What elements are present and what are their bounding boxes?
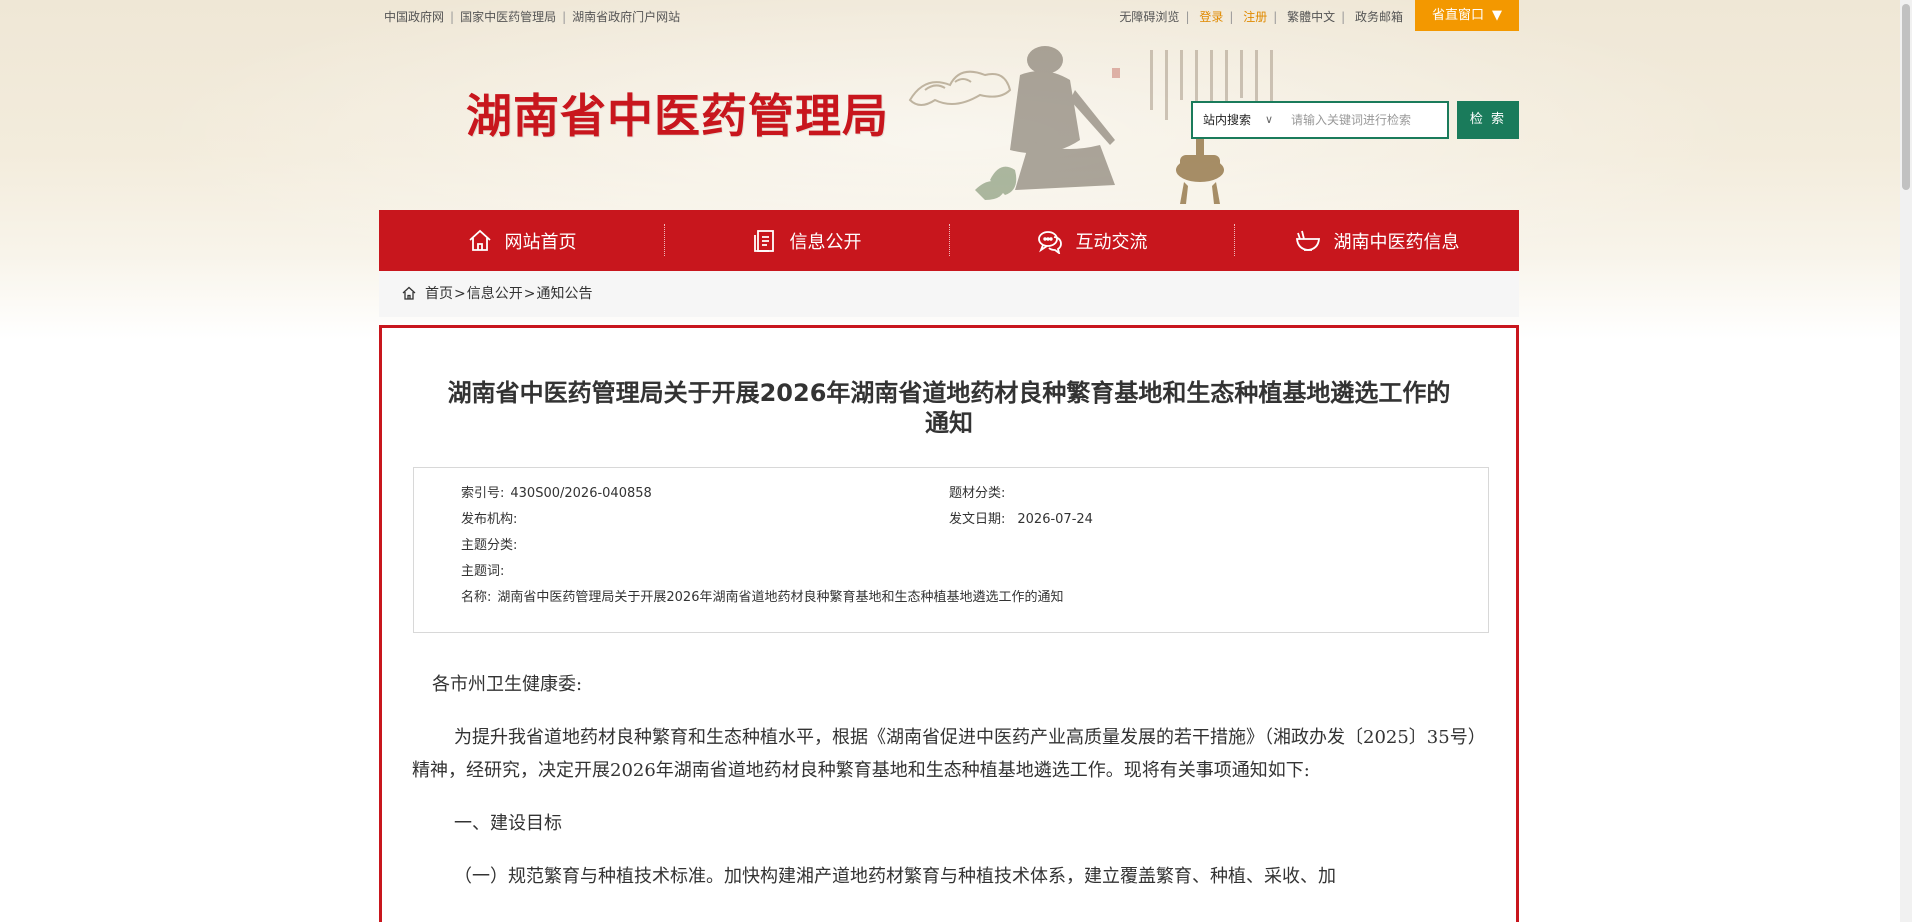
bowl-icon (1295, 230, 1320, 251)
top-links: 中国政府网 | 国家中医药管理局 | 湖南省政府门户网站 (384, 8, 681, 25)
nav-item-label: 互动交流 (1075, 231, 1148, 253)
nav-item-interaction[interactable]: 互动交流 (949, 210, 1234, 271)
provincial-window-label: 省直窗口 (1431, 8, 1484, 23)
search-input[interactable]: 请输入关键词进行检索 (1281, 101, 1449, 139)
article-meta-table: 索引号: 430S00/2026-040858 题材分类: 发布机构: 发文日期:… (413, 467, 1489, 633)
breadcrumb-info-public[interactable]: 信息公开 (467, 286, 523, 302)
meta-name: 名称: 湖南省中医药管理局关于开展2026年湖南省道地药材良种繁育基地和生态种植基… (461, 590, 1064, 605)
home-icon (468, 229, 491, 251)
nav-item-home[interactable]: 网站首页 (379, 210, 664, 271)
meta-date: 发文日期: 2026-07-24 (949, 512, 1093, 527)
paragraph-salutation: 各市州卫生健康委: (432, 674, 583, 695)
search-scope-select[interactable]: 站内搜索 ∨ (1191, 101, 1283, 139)
site-logo[interactable]: 湖南省中医药管理局 (466, 80, 889, 146)
nav-item-label: 网站首页 (504, 231, 577, 253)
accessibility-link[interactable]: 无障碍浏览 (1119, 8, 1179, 25)
nav-item-label: 信息公开 (789, 231, 862, 253)
meta-material: 题材分类: (949, 486, 1006, 501)
article-title: 湖南省中医药管理局关于开展2026年湖南省道地药材良种繁育基地和生态种植基地遴选… (447, 379, 1451, 437)
paragraph-intro: 为提升我省道地药材良种繁育和生态种植水平，根据《湖南省促进中医药产业高质量发展的… (412, 727, 1486, 781)
link-gov-cn[interactable]: 中国政府网 (384, 8, 444, 25)
article-body: 各市州卫生健康委: 为提升我省道地药材良种繁育和生态种植水平，根据《湖南省促进中… (412, 668, 1488, 913)
document-icon (753, 229, 774, 252)
breadcrumb-home[interactable]: 首页 (425, 286, 453, 302)
page-scrollbar[interactable] (1900, 0, 1912, 922)
breadcrumb: 首页>信息公开>通知公告 (379, 271, 1519, 317)
meta-index: 索引号: 430S00/2026-040858 (461, 486, 652, 501)
home-icon (402, 286, 416, 300)
nav-item-info-public[interactable]: 信息公开 (664, 210, 949, 271)
link-hunan-gov[interactable]: 湖南省政府门户网站 (572, 8, 680, 25)
meta-topic: 主题分类: (461, 538, 518, 553)
nav-item-label: 湖南中医药信息 (1333, 231, 1460, 253)
mailbox-link[interactable]: 政务邮箱 (1355, 8, 1403, 25)
scrollbar-thumb[interactable] (1902, 4, 1910, 190)
chevron-down-icon: ▼ (1492, 8, 1502, 23)
search-scope-label: 站内搜索 (1203, 113, 1252, 127)
provincial-window-button[interactable]: 省直窗口 ▼ (1415, 0, 1519, 31)
nav-item-tcm-info[interactable]: 湖南中医药信息 (1234, 210, 1519, 271)
chat-icon (1037, 230, 1062, 254)
link-natcm[interactable]: 国家中医药管理局 (460, 8, 556, 25)
register-link[interactable]: 注册 (1243, 8, 1267, 25)
login-link[interactable]: 登录 (1199, 8, 1223, 25)
top-right-links: 无障碍浏览 | 登录 | 注册 | 繁體中文 | 政务邮箱 (1119, 8, 1403, 25)
paragraph-item-1: （一）规范繁育与种植技术标准。加快构建湘产道地药材繁育与种植技术体系，建立覆盖繁… (454, 866, 1336, 887)
search-button[interactable]: 检 索 (1457, 101, 1519, 139)
chevron-down-icon: ∨ (1264, 113, 1273, 126)
top-bar: 中国政府网 | 国家中医药管理局 | 湖南省政府门户网站 无障碍浏览 | 登录 | 注册 | … (379, 0, 1519, 31)
traditional-chinese-link[interactable]: 繁體中文 (1287, 8, 1335, 25)
meta-issuer: 发布机构: (461, 512, 518, 527)
paragraph-heading-goals: 一、建设目标 (454, 813, 562, 834)
meta-keywords: 主题词: (461, 564, 505, 579)
main-nav: 网站首页 信息公开 互动交流 湖南中医药信息 (379, 210, 1519, 271)
article-container: 湖南省中医药管理局关于开展2026年湖南省道地药材良种繁育基地和生态种植基地遴选… (379, 325, 1519, 922)
breadcrumb-notices[interactable]: 通知公告 (536, 286, 592, 302)
